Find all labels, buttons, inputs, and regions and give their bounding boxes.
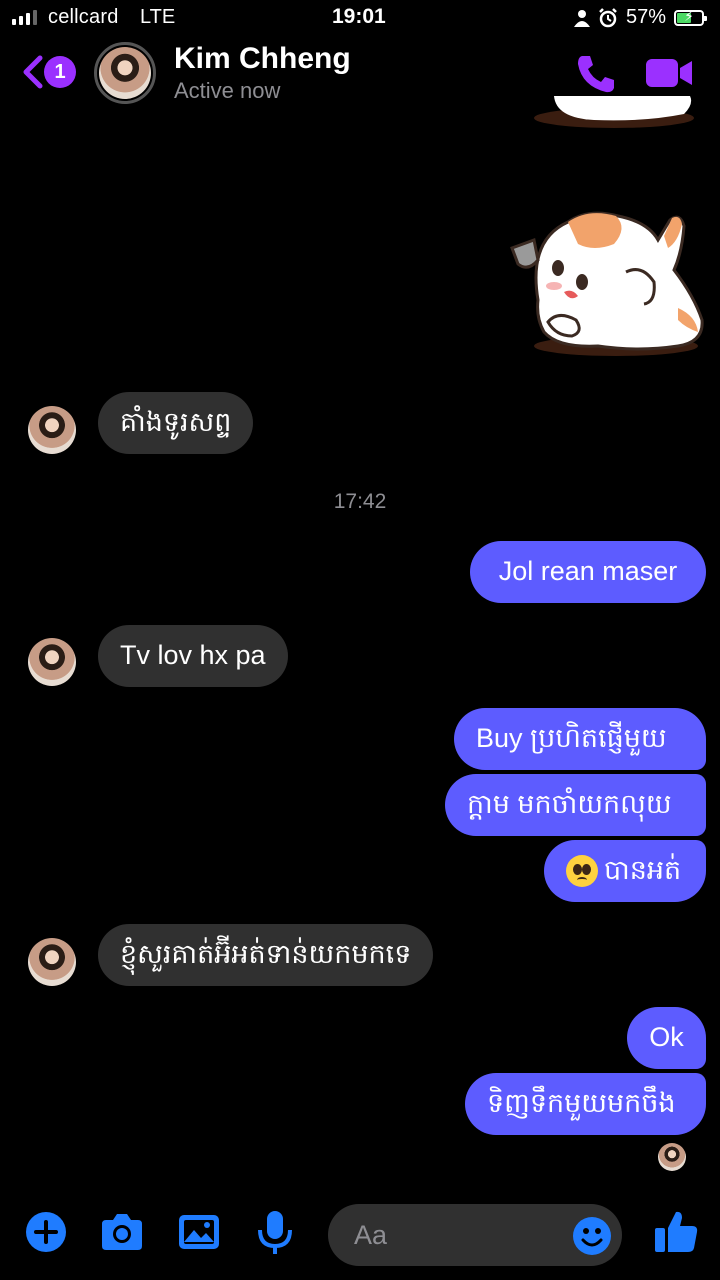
message-sent[interactable]: Jol rean maser	[470, 541, 706, 603]
message-timestamp: 17:42	[333, 490, 387, 513]
message-received[interactable]: គាំងទូរសព្ទ	[98, 392, 254, 454]
message-text: បានអត់	[604, 855, 682, 886]
cat-sticker[interactable]	[498, 200, 708, 360]
video-camera-icon[interactable]	[644, 56, 694, 90]
thumbs-up-icon[interactable]	[652, 1208, 700, 1256]
message-received[interactable]: Tv lov hx pa	[98, 625, 288, 687]
seen-receipt-avatar	[658, 1143, 686, 1171]
contact-status: Active now	[174, 78, 281, 103]
battery-icon: ⚡	[674, 8, 707, 26]
contact-name[interactable]: Kim Chheng	[174, 42, 351, 76]
message-sent[interactable]: ទិញទឹកមួយមកចឹង	[465, 1073, 706, 1135]
message-input-placeholder: Aa	[354, 1219, 388, 1250]
microphone-icon[interactable]	[251, 1208, 299, 1256]
gallery-icon[interactable]	[175, 1208, 223, 1256]
sender-avatar[interactable]	[28, 938, 76, 986]
contact-avatar[interactable]	[94, 42, 156, 104]
network-type: LTE	[140, 6, 176, 28]
pleading-face-emoji-icon	[566, 855, 598, 887]
message-sent[interactable]: Ok	[627, 1007, 706, 1069]
message-sent[interactable]: ក្តាម មកចាំយកលុយ	[445, 774, 706, 836]
emoji-icon[interactable]	[572, 1216, 612, 1256]
camera-icon[interactable]	[98, 1208, 146, 1256]
battery-percent: 57%	[625, 6, 666, 28]
status-bar: cellcard LTE 19:01 57% ⚡	[0, 0, 720, 36]
sender-avatar[interactable]	[28, 406, 76, 454]
plus-icon[interactable]	[22, 1208, 70, 1256]
message-received[interactable]: ខ្ញុំសួរគាត់អ៊ីអត់ទាន់យកមកទេ	[98, 924, 434, 986]
sender-avatar[interactable]	[28, 638, 76, 686]
alarm-icon	[599, 7, 617, 27]
sticker-partial[interactable]	[534, 96, 704, 132]
person-icon	[573, 9, 590, 27]
message-sent[interactable]: Buy ប្រហិតផ្ញើមួយ	[454, 708, 706, 770]
status-time: 19:01	[332, 5, 386, 28]
signal-icon	[12, 10, 37, 25]
unread-badge[interactable]: 1	[44, 56, 76, 88]
message-sent[interactable]: បានអត់	[544, 840, 706, 902]
phone-icon[interactable]	[574, 52, 618, 96]
carrier-name: cellcard	[48, 6, 119, 28]
message-composer: Aa	[0, 1196, 720, 1280]
